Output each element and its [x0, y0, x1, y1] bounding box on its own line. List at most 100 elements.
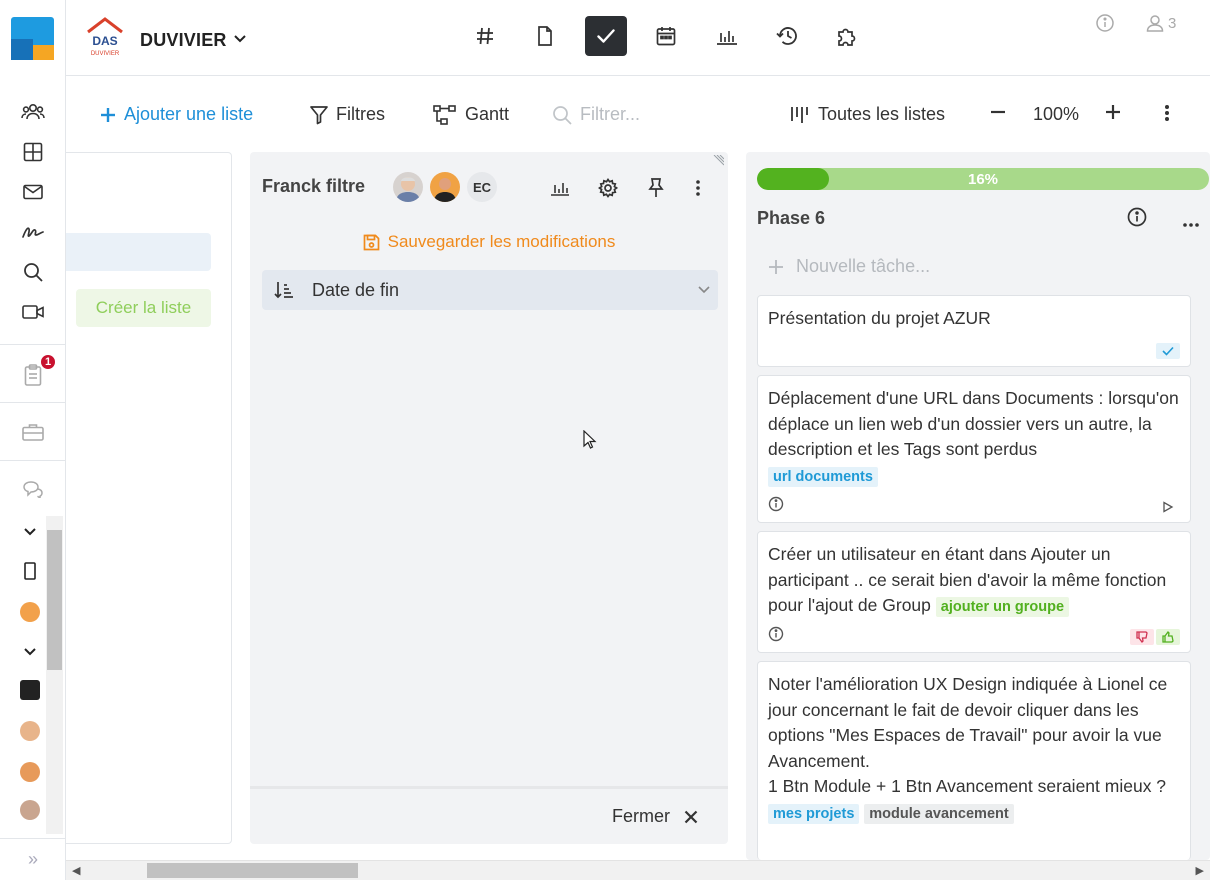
save-icon: [363, 234, 379, 250]
briefcase-icon[interactable]: [19, 418, 47, 446]
more-options-icon[interactable]: [1164, 104, 1170, 122]
sort-select[interactable]: Date de fin: [262, 270, 718, 310]
close-icon: [684, 810, 698, 823]
user-avatar[interactable]: [20, 602, 40, 622]
plus-icon: [1106, 105, 1120, 119]
participants-button[interactable]: 3: [1146, 14, 1176, 32]
info-icon[interactable]: [1096, 14, 1114, 32]
sort-label: Date de fin: [312, 279, 400, 300]
user-icon: [1146, 15, 1164, 32]
user-avatar[interactable]: [20, 721, 40, 741]
task-card[interactable]: Présentation du projet AZUR: [757, 295, 1191, 367]
toolbar: Ajouter une liste Filtres Gantt Filtrer.…: [66, 76, 1210, 152]
tag[interactable]: mes projets: [768, 803, 860, 824]
task-card[interactable]: Créer un utilisateur en étant dans Ajout…: [757, 531, 1191, 653]
hash-icon[interactable]: [464, 16, 506, 56]
zoom-in-button[interactable]: [1105, 104, 1121, 120]
phase-column: 16% Phase 6 Nouvelle tâche... Présentati…: [746, 152, 1210, 860]
chevron-down-icon[interactable]: [16, 638, 44, 666]
scrollbar-thumb[interactable]: [147, 863, 358, 878]
workspace-name[interactable]: DUVIVIER: [140, 30, 227, 51]
filter-column: Franck filtre EC Sauvegarder les modific…: [250, 152, 728, 844]
participants-count: 3: [1168, 14, 1177, 32]
svg-text:DAS: DAS: [92, 34, 117, 48]
project-thumbnail[interactable]: [20, 680, 40, 700]
users-icon[interactable]: [19, 98, 47, 126]
task-card[interactable]: Déplacement d'une URL dans Documents : l…: [757, 375, 1191, 523]
gantt-icon: [433, 104, 456, 125]
left-rail: 1 »: [0, 0, 66, 880]
pin-icon[interactable]: [644, 176, 668, 200]
more-options-icon[interactable]: [686, 176, 710, 200]
chevron-down-icon[interactable]: [234, 30, 246, 48]
chat-bubbles-icon[interactable]: [19, 475, 47, 503]
filter-icon: [310, 105, 328, 124]
board-horizontal-scrollbar[interactable]: ◀ ▶: [66, 860, 1210, 880]
chevron-down-icon[interactable]: [16, 518, 44, 546]
search-filter-input[interactable]: Filtrer...: [552, 104, 640, 125]
tag[interactable]: ajouter un groupe: [935, 597, 1070, 617]
create-list-button[interactable]: Créer la liste: [76, 289, 211, 327]
search-placeholder: Filtrer...: [580, 104, 641, 124]
user-avatar[interactable]: [20, 762, 40, 782]
progress-label: 16%: [967, 170, 999, 188]
signature-icon[interactable]: [19, 218, 47, 246]
info-icon[interactable]: [768, 494, 784, 520]
mail-icon[interactable]: [19, 178, 47, 206]
bar-chart-icon[interactable]: [548, 176, 572, 200]
filter-title[interactable]: Franck filtre: [262, 176, 365, 197]
settings-gear-icon[interactable]: [596, 176, 620, 200]
thumbs-down-icon[interactable]: [1130, 629, 1154, 645]
puzzle-icon[interactable]: [826, 16, 868, 56]
more-horizontal-icon[interactable]: [1182, 215, 1200, 233]
chevron-down-icon: [698, 286, 710, 294]
search-icon: [553, 105, 572, 125]
task-card[interactable]: Noter l'amélioration UX Design indiquée …: [757, 661, 1191, 860]
member-avatar[interactable]: [393, 172, 423, 202]
task-text-line2: 1 Btn Module + 1 Btn Avancement seraient…: [768, 776, 1167, 824]
user-avatar[interactable]: [20, 800, 40, 820]
document-icon[interactable]: [524, 16, 566, 56]
tag[interactable]: module avancement: [864, 803, 1014, 824]
task-text: Déplacement d'une URL dans Documents : l…: [768, 388, 1179, 459]
tasks-icon[interactable]: [585, 16, 627, 56]
new-list-column: Créer la liste: [66, 152, 232, 844]
bar-chart-icon[interactable]: [706, 16, 748, 56]
member-avatar-initials[interactable]: EC: [467, 172, 497, 202]
filters-button[interactable]: Filtres: [310, 104, 385, 125]
tag[interactable]: url documents: [768, 466, 878, 487]
calendar-icon[interactable]: [645, 16, 687, 56]
video-icon[interactable]: [19, 298, 47, 326]
gantt-button[interactable]: Gantt: [433, 104, 509, 125]
expand-rail-icon[interactable]: »: [0, 838, 66, 880]
rail-scrollbar[interactable]: [46, 516, 63, 834]
member-avatar[interactable]: [430, 172, 460, 202]
check-icon[interactable]: [1156, 343, 1180, 359]
sort-ascending-icon: [274, 282, 293, 299]
task-text: Présentation du projet AZUR: [768, 308, 991, 328]
grid-icon[interactable]: [19, 138, 47, 166]
info-icon[interactable]: [1127, 207, 1147, 232]
add-list-button[interactable]: Ajouter une liste: [100, 104, 253, 125]
phase-title[interactable]: Phase 6: [757, 208, 825, 229]
close-button[interactable]: Fermer: [250, 786, 728, 844]
task-text: Créer un utilisateur en étant dans Ajout…: [768, 544, 1167, 617]
history-icon[interactable]: [766, 16, 808, 56]
all-lists-button[interactable]: Toutes les listes: [790, 104, 945, 125]
scroll-left-icon[interactable]: ◀: [72, 864, 80, 877]
tablet-icon[interactable]: [16, 557, 44, 585]
thumbs-up-icon[interactable]: [1156, 629, 1180, 645]
play-icon[interactable]: [1156, 499, 1180, 515]
resize-handle-icon[interactable]: [712, 154, 725, 172]
top-header: DAS DUVIVIER DUVIVIER 3: [66, 0, 1210, 76]
list-name-input[interactable]: [66, 233, 211, 271]
new-task-input[interactable]: Nouvelle tâche...: [768, 256, 930, 277]
info-icon[interactable]: [768, 624, 784, 650]
svg-text:DUVIVIER: DUVIVIER: [91, 51, 120, 57]
save-changes-button[interactable]: Sauvegarder les modifications: [250, 232, 728, 252]
progress-bar: 16%: [757, 168, 1209, 190]
scroll-right-icon[interactable]: ▶: [1196, 864, 1204, 877]
app-logo[interactable]: [11, 17, 54, 60]
search-icon[interactable]: [19, 258, 47, 286]
zoom-out-button[interactable]: [990, 104, 1006, 120]
